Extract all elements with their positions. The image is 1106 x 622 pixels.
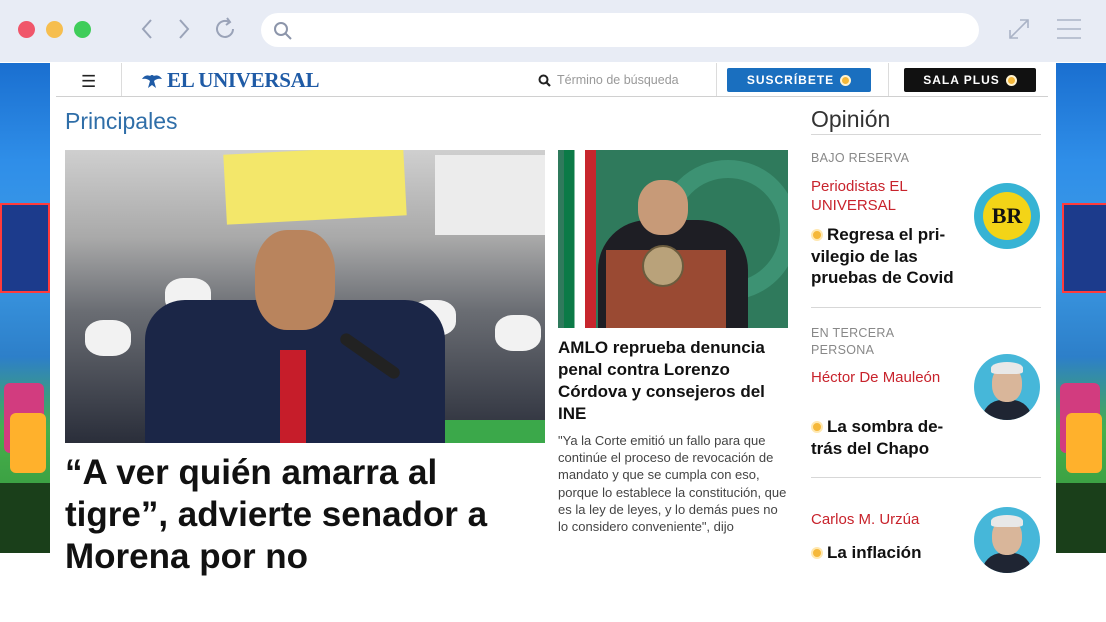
protest-sign bbox=[223, 150, 407, 225]
minimize-window-button[interactable] bbox=[46, 21, 63, 38]
reload-icon bbox=[216, 17, 234, 38]
maximize-window-button[interactable] bbox=[74, 21, 91, 38]
opinion-headline[interactable]: Regresa el pri-vilegio de las pruebas de… bbox=[811, 224, 971, 289]
site-search[interactable]: Término de búsqueda bbox=[538, 73, 679, 87]
opinion-title: Opinión bbox=[811, 106, 891, 132]
back-button[interactable] bbox=[133, 14, 161, 44]
secondary-article-image[interactable] bbox=[558, 150, 788, 328]
ad-logo bbox=[0, 203, 50, 293]
plus-coin-icon bbox=[811, 547, 823, 559]
ad-footer-image bbox=[1056, 483, 1106, 553]
coin-icon bbox=[840, 74, 852, 86]
hero-article-image[interactable] bbox=[65, 150, 545, 443]
divider bbox=[121, 63, 122, 96]
browser-chrome bbox=[0, 0, 1106, 62]
ad-footer-image bbox=[0, 483, 50, 553]
avatar-hair bbox=[991, 362, 1023, 374]
avatar[interactable] bbox=[974, 354, 1040, 420]
divider bbox=[811, 134, 1041, 135]
reload-button[interactable] bbox=[211, 14, 239, 44]
site-header: ☰ EL UNIVERSAL Término de búsqueda SUSCR… bbox=[56, 63, 1048, 97]
address-bar[interactable] bbox=[261, 13, 979, 47]
ad-logo bbox=[1062, 203, 1106, 293]
avatar-suit bbox=[982, 553, 1032, 573]
search-icon bbox=[538, 74, 551, 87]
speaker-tie bbox=[280, 350, 306, 443]
protest-sign bbox=[435, 155, 545, 235]
secondary-headline[interactable]: AMLO reprueba denuncia penal contra Lore… bbox=[558, 337, 786, 425]
speaker-face bbox=[255, 230, 335, 330]
logo-text: EL UNIVERSAL bbox=[167, 68, 320, 92]
ad-product-image bbox=[1066, 413, 1102, 473]
sala-plus-button[interactable]: SALA PLUS bbox=[904, 68, 1036, 92]
avatar-hair bbox=[991, 515, 1023, 527]
subscribe-label: SUSCRÍBETE bbox=[746, 73, 835, 87]
face-mask bbox=[495, 315, 541, 351]
opinion-author[interactable]: Carlos M. Urzúa bbox=[811, 510, 971, 529]
search-placeholder: Término de búsqueda bbox=[557, 73, 679, 87]
opinion-headline[interactable]: La inflación bbox=[811, 542, 971, 564]
site-logo[interactable]: EL UNIVERSAL bbox=[140, 68, 320, 93]
avatar-suit bbox=[982, 400, 1032, 420]
expand-icon[interactable] bbox=[1006, 16, 1032, 42]
page-bottom-edge bbox=[0, 613, 1106, 622]
speaker-head bbox=[638, 180, 688, 235]
opinion-author[interactable]: Periodistas EL UNIVERSAL bbox=[811, 177, 971, 215]
plus-coin-icon bbox=[811, 229, 823, 241]
forward-button[interactable] bbox=[170, 14, 198, 44]
opinion-tag: BAJO RESERVA bbox=[811, 151, 910, 165]
left-side-ad[interactable] bbox=[0, 63, 50, 553]
hamburger-menu-icon[interactable]: ☰ bbox=[81, 72, 96, 92]
coin-icon bbox=[1005, 74, 1017, 86]
menu-icon[interactable] bbox=[1055, 16, 1083, 42]
section-title: Principales bbox=[65, 108, 178, 134]
mexico-flag bbox=[564, 150, 596, 328]
podium-banner bbox=[445, 420, 545, 443]
face-mask bbox=[85, 320, 131, 356]
podium-seal bbox=[642, 245, 684, 287]
bajo-reserva-logo: BR bbox=[983, 192, 1031, 240]
hero-headline[interactable]: “A ver quién amarra al tigre”, advierte … bbox=[65, 452, 545, 578]
chevron-right-icon bbox=[179, 19, 190, 39]
divider bbox=[888, 63, 889, 96]
chevron-left-icon bbox=[141, 19, 152, 39]
secondary-summary: "Ya la Corte emitió un fallo para que co… bbox=[558, 433, 787, 535]
subscribe-button[interactable]: SUSCRÍBETE bbox=[727, 68, 871, 92]
close-window-button[interactable] bbox=[18, 21, 35, 38]
search-icon bbox=[274, 22, 292, 40]
divider bbox=[811, 477, 1041, 478]
plus-coin-icon bbox=[811, 421, 823, 433]
avatar[interactable]: BR bbox=[974, 183, 1040, 249]
ad-product-image bbox=[10, 413, 46, 473]
eagle-icon bbox=[142, 74, 162, 88]
right-side-ad[interactable] bbox=[1056, 63, 1106, 553]
divider bbox=[811, 307, 1041, 308]
opinion-headline[interactable]: La sombra de-trás del Chapo bbox=[811, 416, 971, 459]
opinion-tag: EN TERCERA PERSONA bbox=[811, 326, 894, 357]
opinion-author[interactable]: Héctor De Mauleón bbox=[811, 368, 951, 387]
divider bbox=[716, 63, 717, 96]
avatar[interactable] bbox=[974, 507, 1040, 573]
sala-plus-label: SALA PLUS bbox=[923, 73, 1000, 87]
